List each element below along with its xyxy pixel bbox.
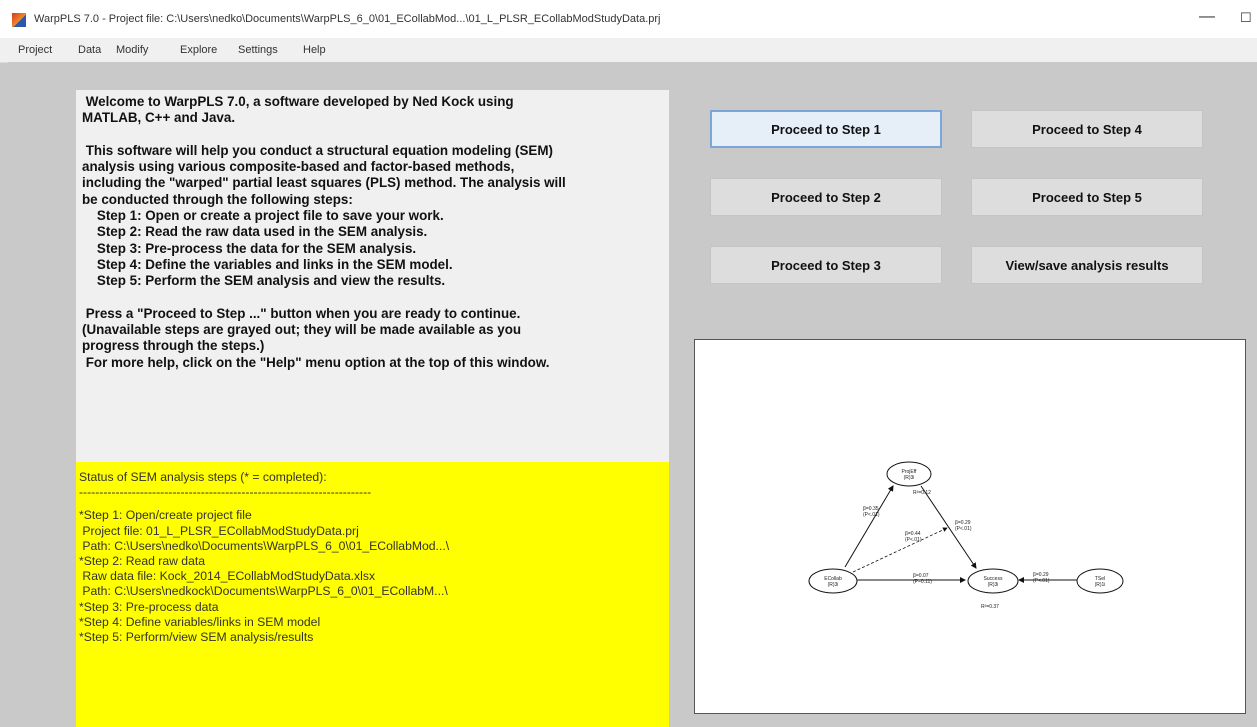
menu-explore[interactable]: Explore: [180, 44, 217, 56]
status-line: Project file: 01_L_PLSR_ECollabModStudyD…: [79, 523, 359, 538]
proceed-step-4-button[interactable]: Proceed to Step 4: [971, 110, 1203, 148]
status-line: *Step 3: Pre-process data: [79, 599, 219, 614]
menu-settings[interactable]: Settings: [238, 44, 278, 56]
welcome-text: Welcome to WarpPLS 7.0, a software devel…: [76, 90, 669, 462]
node-tsel-type: (R)1i: [1095, 582, 1106, 588]
minimize-button[interactable]: —: [1199, 8, 1215, 26]
maximize-button[interactable]: ☐: [1240, 10, 1252, 26]
status-line: Path: C:\Users\nedko\Documents\WarpPLS_6…: [79, 538, 450, 553]
menu-project[interactable]: Project: [18, 44, 52, 56]
menu-bar: Project Data Modify Explore Settings Hel…: [0, 38, 1257, 63]
menu-modify[interactable]: Modify: [116, 44, 148, 56]
status-line: *Step 1: Open/create project file: [79, 508, 252, 523]
status-line: *Step 4: Define variables/links in SEM m…: [79, 614, 321, 629]
p-ecollab-success: (P=0.11): [913, 579, 932, 585]
status-line: Status of SEM analysis steps (* = comple…: [79, 470, 327, 484]
p-projeff-success: (P<.01): [955, 526, 972, 532]
node-success-type: (R)3i: [988, 582, 999, 588]
p-ecollab-projeff: (P<.01): [863, 512, 880, 518]
status-line: Raw data file: Kock_2014_ECollabModStudy…: [79, 569, 376, 584]
sem-model-diagram: ECollab (R)3i ProjEff (R)3i Success (R)3…: [694, 339, 1246, 714]
sem-model-svg: ECollab (R)3i ProjEff (R)3i Success (R)3…: [808, 461, 1124, 610]
r2-projeff: R²=0.12: [913, 490, 931, 496]
status-line: *Step 5: Perform/view SEM analysis/resul…: [79, 630, 314, 645]
proceed-step-2-button[interactable]: Proceed to Step 2: [710, 178, 942, 216]
status-line: Path: C:\Users\nedkock\Documents\WarpPLS…: [79, 584, 448, 599]
proceed-step-1-button[interactable]: Proceed to Step 1: [710, 110, 942, 148]
status-panel: Status of SEM analysis steps (* = comple…: [76, 462, 669, 727]
menu-help[interactable]: Help: [303, 44, 326, 56]
proceed-step-5-button[interactable]: Proceed to Step 5: [971, 178, 1203, 216]
status-line: *Step 2: Read raw data: [79, 554, 206, 569]
path-moderation: [852, 527, 948, 573]
warppls-app-icon: [12, 13, 26, 27]
status-line: ----------------------------------------…: [79, 485, 372, 500]
title-bar: WarpPLS 7.0 - Project file: C:\Users\ned…: [0, 0, 1257, 38]
view-save-results-button[interactable]: View/save analysis results: [971, 246, 1203, 284]
window-title: WarpPLS 7.0 - Project file: C:\Users\ned…: [34, 13, 661, 25]
node-projeff-type: (R)3i: [904, 475, 915, 481]
path-ecollab-projeff: [844, 485, 894, 568]
status-line: [79, 500, 666, 508]
proceed-step-3-button[interactable]: Proceed to Step 3: [710, 246, 942, 284]
p-moderation: (P<.01): [905, 537, 922, 543]
p-tsel-success: (P<.01): [1033, 578, 1050, 584]
r2-success: R²=0.37: [981, 604, 999, 610]
menu-data[interactable]: Data: [78, 44, 101, 56]
node-ecollab-type: (R)3i: [828, 582, 839, 588]
